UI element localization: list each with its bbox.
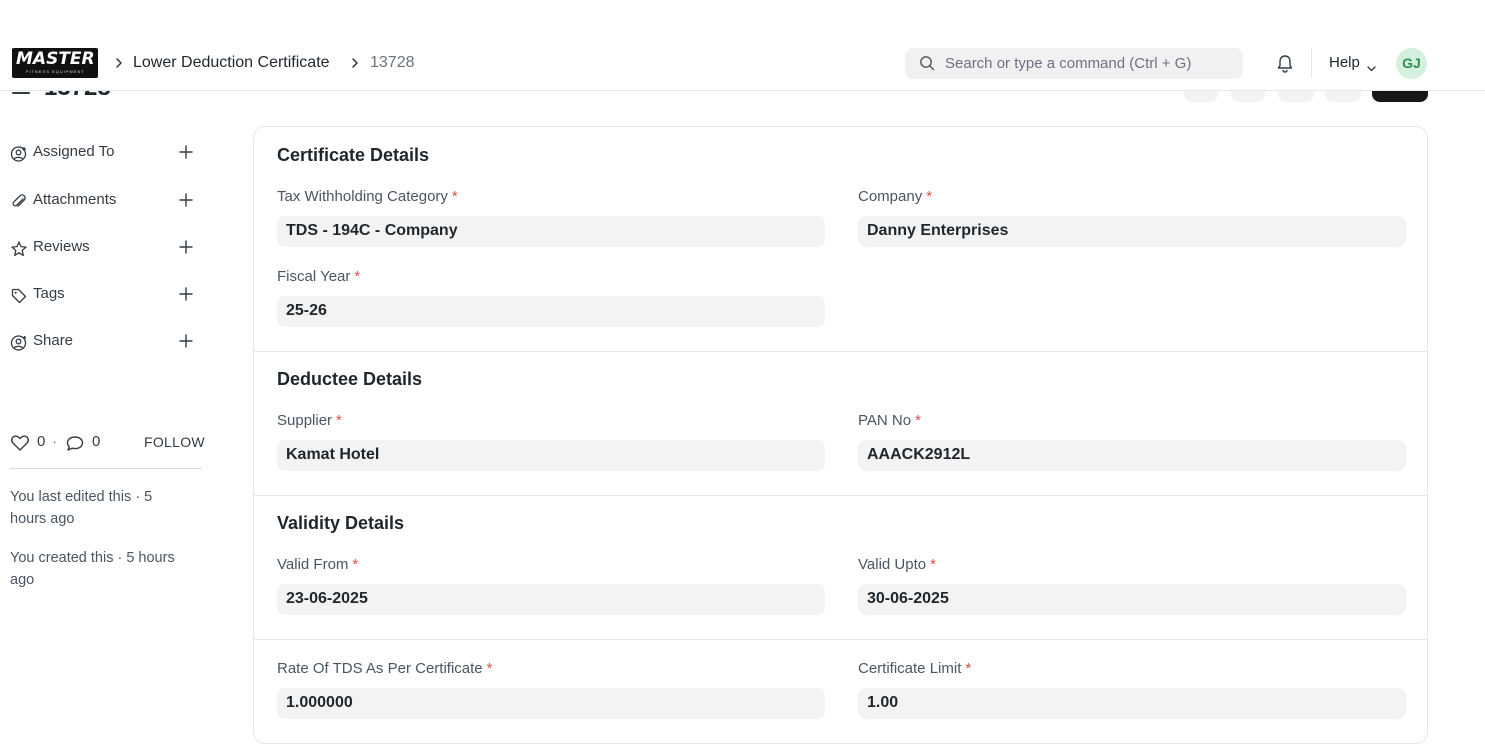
certificate-limit-field[interactable]: 1.00: [858, 688, 1406, 719]
sidebar-item-label: Tags: [33, 285, 65, 302]
field-value: 25-26: [286, 302, 327, 319]
sidebar-item-assigned-to[interactable]: Assigned To: [10, 141, 204, 165]
field-label-valid-from: Valid From *: [277, 556, 358, 573]
notification-bell-icon[interactable]: [1276, 54, 1294, 79]
star-icon: [10, 240, 28, 263]
valid-upto-field[interactable]: 30-06-2025: [858, 584, 1406, 615]
sidebar-item-attachments[interactable]: Attachments: [10, 189, 204, 213]
field-label-valid-upto: Valid Upto *: [858, 556, 936, 573]
form-card: Certificate Details Tax Withholding Cate…: [253, 126, 1428, 744]
fiscal-year-field[interactable]: 25-26: [277, 296, 825, 327]
avatar[interactable]: GJ: [1396, 48, 1427, 79]
plus-icon[interactable]: [178, 144, 194, 165]
comment-count: 0: [92, 433, 101, 450]
heart-icon[interactable]: [10, 434, 30, 457]
field-label-rate: Rate Of TDS As Per Certificate *: [277, 660, 492, 677]
like-count: 0: [37, 433, 46, 450]
sidebar-divider: [10, 468, 202, 469]
label-text: Rate Of TDS As Per Certificate: [277, 660, 483, 677]
required-marker: *: [486, 660, 493, 677]
field-label-fiscal-year: Fiscal Year *: [277, 268, 360, 285]
plus-icon[interactable]: [178, 286, 194, 307]
comment-icon[interactable]: [65, 435, 85, 457]
field-label-company: Company *: [858, 188, 932, 205]
required-marker: *: [352, 556, 359, 573]
follow-button[interactable]: FOLLOW: [144, 434, 205, 450]
section-title-validity: Validity Details: [277, 513, 405, 533]
field-label-certificate-limit: Certificate Limit *: [858, 660, 971, 677]
breadcrumb-doctype[interactable]: Lower Deduction Certificate: [133, 54, 330, 72]
section-divider: [254, 495, 1427, 496]
required-marker: *: [915, 412, 921, 429]
field-value: AAACK2912L: [867, 446, 971, 463]
section-divider: [254, 639, 1427, 640]
required-marker: *: [930, 556, 936, 573]
sidebar-item-label: Assigned To: [33, 143, 115, 160]
required-marker: *: [965, 660, 972, 677]
sidebar-item-label: Share: [33, 332, 74, 349]
supplier-field[interactable]: Kamat Hotel: [277, 440, 825, 471]
navbar: MASTER FITNESS EQUIPMENT Lower Deduction…: [0, 0, 1485, 91]
last-edited-note: You last edited this · 5 hours ago: [10, 489, 153, 527]
logo-subtext: FITNESS EQUIPMENT: [26, 69, 85, 74]
field-value: Kamat Hotel: [286, 446, 380, 463]
breadcrumb-docname[interactable]: 13728: [370, 54, 415, 72]
label-text: Supplier: [277, 412, 333, 429]
label-text: Company: [858, 188, 923, 205]
pan-field[interactable]: AAACK2912L: [858, 440, 1406, 471]
field-value: 1.00: [867, 694, 899, 711]
label-text: Fiscal Year: [277, 268, 351, 285]
label-text: Valid Upto: [858, 556, 927, 573]
field-value: TDS - 194C - Company: [286, 222, 458, 239]
field-label-pan: PAN No *: [858, 412, 921, 429]
required-marker: *: [354, 268, 361, 285]
sidebar-item-reviews[interactable]: Reviews: [10, 236, 204, 260]
navbar-divider: [1311, 48, 1312, 78]
chevron-right-icon: [350, 56, 360, 70]
required-marker: *: [336, 412, 342, 429]
search-input[interactable]: [945, 48, 1235, 79]
plus-icon[interactable]: [178, 239, 194, 260]
plus-icon[interactable]: [178, 192, 194, 213]
rate-field[interactable]: 1.000000: [277, 688, 825, 719]
section-divider: [254, 351, 1427, 352]
likes-comments-row: 0 · 0 FOLLOW: [10, 432, 205, 452]
company-field[interactable]: Danny Enterprises: [858, 216, 1406, 247]
label-text: Valid From: [277, 556, 349, 573]
field-value: 1.000000: [286, 694, 353, 711]
valid-from-field[interactable]: 23-06-2025: [277, 584, 825, 615]
created-note: You created this · 5 hours ago: [10, 550, 175, 588]
field-label-tax-category: Tax Withholding Category *: [277, 188, 458, 205]
required-marker: *: [451, 188, 458, 205]
section-title-deductee: Deductee Details: [277, 369, 423, 389]
section-title-certificate: Certificate Details: [277, 145, 430, 165]
tax-category-field[interactable]: TDS - 194C - Company: [277, 216, 825, 247]
required-marker: *: [926, 188, 933, 205]
sidebar-item-label: Attachments: [33, 191, 117, 208]
sidebar-item-tags[interactable]: Tags: [10, 283, 204, 307]
search-icon: [919, 55, 935, 76]
field-value: Danny Enterprises: [867, 222, 1009, 239]
tag-icon: [10, 287, 28, 310]
separator-dot: ·: [52, 433, 57, 450]
label-text: PAN No: [858, 412, 912, 429]
sidebar-item-share[interactable]: Share: [10, 330, 204, 354]
field-value: 23-06-2025: [286, 590, 368, 607]
chevron-down-icon[interactable]: [1366, 60, 1377, 78]
paperclip-icon: [10, 193, 28, 216]
assigned-to-icon: [10, 145, 28, 168]
field-value: 30-06-2025: [867, 590, 949, 607]
help-menu[interactable]: Help: [1329, 54, 1360, 71]
label-text: Certificate Limit: [858, 660, 962, 677]
chevron-right-icon: [114, 56, 124, 70]
field-label-supplier: Supplier *: [277, 412, 342, 429]
label-text: Tax Withholding Category: [277, 188, 448, 205]
app-logo[interactable]: MASTER FITNESS EQUIPMENT: [12, 48, 98, 78]
logo-text: MASTER: [16, 49, 95, 69]
share-icon: [10, 334, 28, 357]
sidebar-item-label: Reviews: [33, 238, 90, 255]
search-bar[interactable]: [905, 48, 1243, 79]
plus-icon[interactable]: [178, 333, 194, 354]
